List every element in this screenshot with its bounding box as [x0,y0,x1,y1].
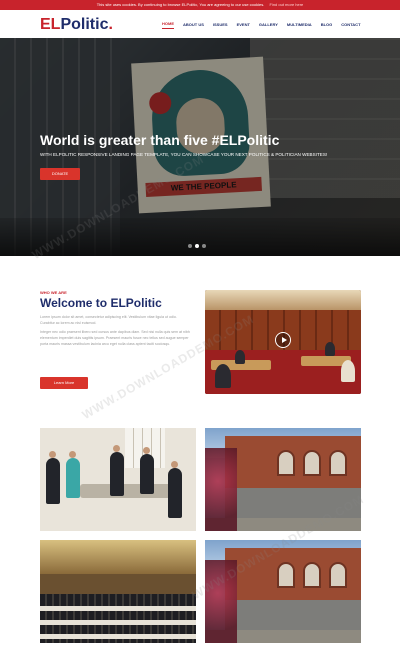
blossom-tree [205,448,237,531]
gallery-image-meeting[interactable] [40,428,196,531]
hero-slider: WE THE PEOPLE World is greater than five… [0,38,400,256]
building-arch [277,450,295,476]
video-ceiling [205,290,361,310]
meeting-person [110,452,124,496]
logo-dot: . [108,16,113,33]
video-person [341,360,355,382]
building-arch [277,562,295,588]
building-arch [329,562,347,588]
meeting-person [168,468,182,518]
blossom-tree [205,560,237,643]
building-base [225,488,361,518]
nav-item-event[interactable]: EVENT [237,20,250,29]
logo-name: Politic [60,16,109,33]
video-person [215,364,231,388]
building-base [225,600,361,630]
about-text: Lorem ipsum dolor sit amet, consectetur … [40,314,190,350]
conference-ceiling [40,540,196,574]
meeting-person [66,458,80,498]
donate-button[interactable]: DONATE [40,168,80,180]
hero-subtitle: WITH ELPOLITIC RESPONSIVE LANDING PAGE T… [40,152,328,157]
nav-item-blog[interactable]: BLOG [321,20,333,29]
slider-dot[interactable] [188,244,192,248]
about-title: Welcome to ELPolitic [40,296,162,310]
conference-desk-row [40,606,196,611]
meeting-person-head [113,445,120,452]
slider-dots [188,244,209,248]
meeting-person-head [143,447,150,454]
nav-item-contact[interactable]: CONTACT [341,20,360,29]
building-arch [303,562,321,588]
cookie-bar: This site uses cookies. By continuing to… [0,0,400,10]
meeting-person-head [69,451,76,458]
gallery-image-conference[interactable] [40,540,196,643]
conference-desk-row [40,634,196,639]
about-paragraph: Lorem ipsum dolor sit amet, consectetur … [40,315,177,325]
nav-item-issues[interactable]: ISSUES [213,20,228,29]
slider-dot[interactable] [195,244,199,248]
play-icon[interactable] [275,332,291,348]
nav-item-multimedia[interactable]: MULTIMEDIA [287,20,312,29]
logo-prefix: EL [40,16,61,33]
cookie-text: This site uses cookies. By continuing to… [96,2,265,7]
video-person [235,350,245,364]
gallery-image-building[interactable] [205,540,361,643]
gallery-image-building[interactable] [205,428,361,531]
hero-title: World is greater than five #ELPolitic [40,132,280,148]
meeting-person-head [171,461,178,468]
parliament-video[interactable] [205,290,361,394]
site-logo[interactable]: ELPolitic. [40,16,113,34]
nav-item-home[interactable]: HOME [162,19,174,29]
about-kicker: WHO WE ARE [40,290,67,295]
site-header: ELPolitic. HOME ABOUT US ISSUES EVENT GA… [0,10,400,38]
conference-stage [40,574,196,594]
video-person [325,342,335,356]
nav-item-gallery[interactable]: GALLERY [259,20,278,29]
nav-item-about-us[interactable]: ABOUT US [183,20,204,29]
meeting-person-head [49,451,56,458]
slider-dot[interactable] [202,244,206,248]
building-arch [329,450,347,476]
learn-more-button[interactable]: Learn More [40,377,88,389]
main-nav: HOME ABOUT US ISSUES EVENT GALLERY MULTI… [162,10,370,38]
conference-desk-row [40,620,196,625]
about-paragraph: Integer nec odio praesent libero sed cur… [40,330,190,346]
meeting-person [46,458,60,504]
building-arch [303,450,321,476]
cookie-more-link[interactable]: Find out more here [269,2,303,7]
meeting-person [140,454,154,494]
meeting-table [80,484,180,498]
